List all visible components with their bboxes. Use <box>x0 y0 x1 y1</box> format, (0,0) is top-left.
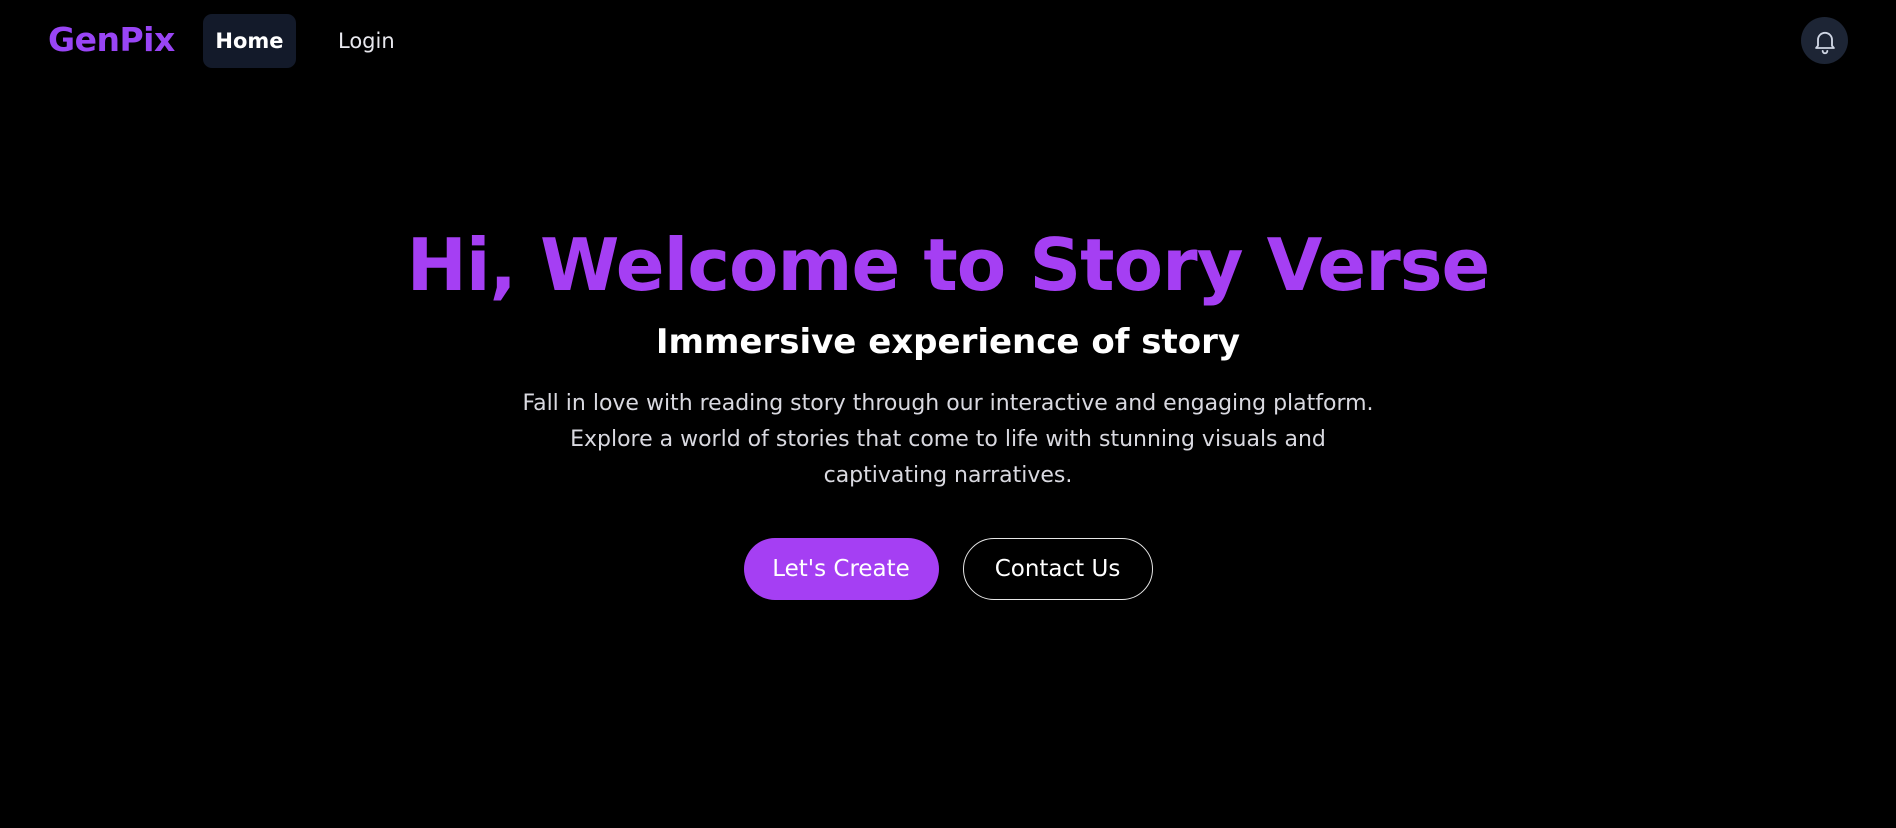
top-navbar: GenPix Home Login <box>0 0 1896 84</box>
brand-logo[interactable]: GenPix <box>48 20 175 59</box>
notification-button[interactable] <box>1801 17 1848 64</box>
lets-create-button[interactable]: Let's Create <box>743 538 939 600</box>
contact-us-button[interactable]: Contact Us <box>962 538 1153 600</box>
nav-link-home[interactable]: Home <box>203 14 296 68</box>
nav-link-login[interactable]: Login <box>320 14 413 68</box>
hero-section: Hi, Welcome to Story Verse Immersive exp… <box>0 220 1896 494</box>
hero-subtitle: Immersive experience of story <box>655 322 1241 362</box>
bell-icon <box>1814 31 1835 54</box>
hero-title: Hi, Welcome to Story Verse <box>406 223 1491 307</box>
hero-description: Fall in love with reading story through … <box>522 391 1374 488</box>
hero-actions: Let's Create Contact Us <box>0 538 1896 600</box>
